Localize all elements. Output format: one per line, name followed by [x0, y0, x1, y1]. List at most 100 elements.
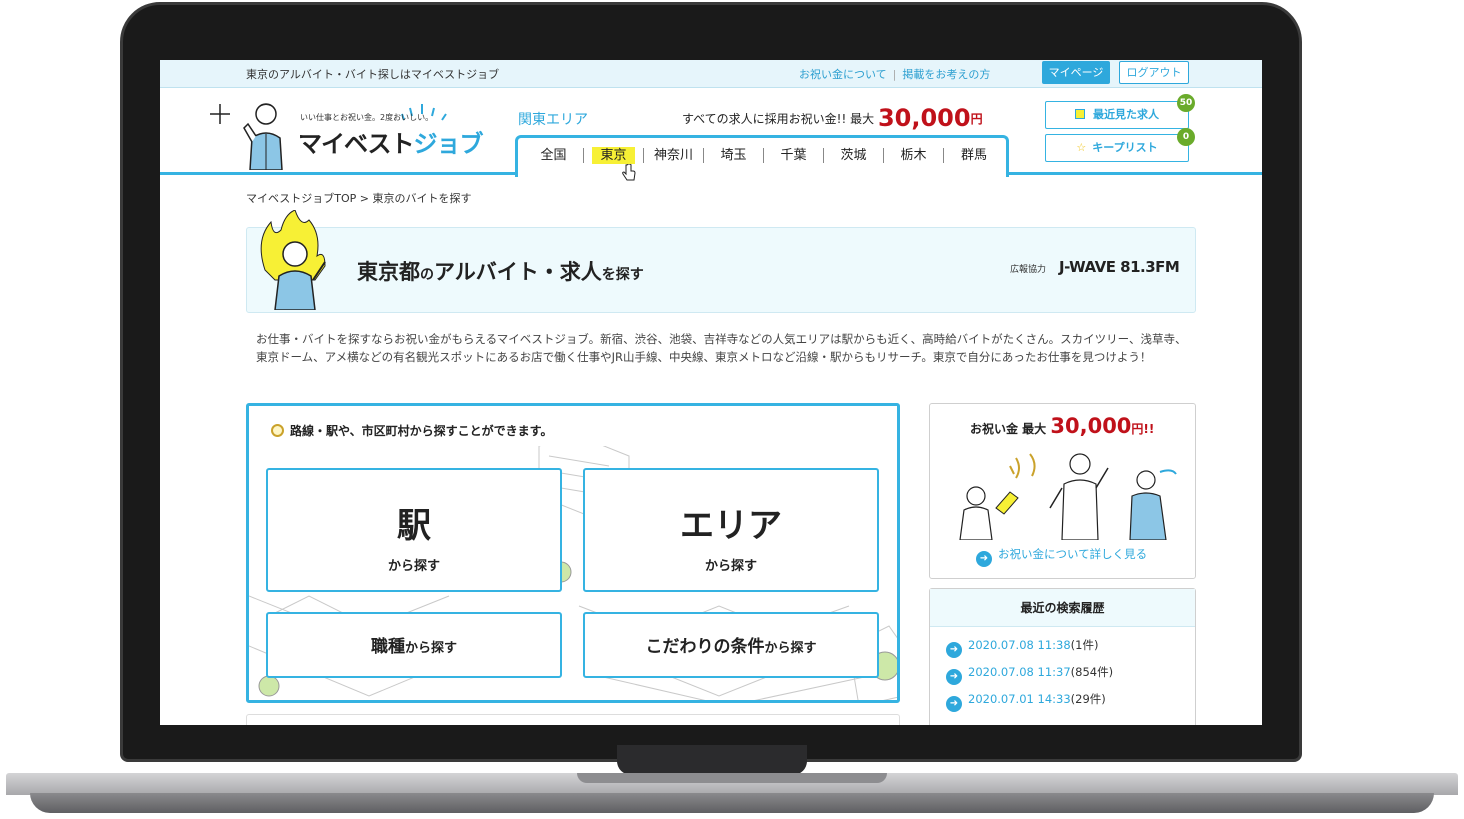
pref-tab-ibaraki[interactable]: 茨城	[824, 148, 884, 163]
search-by-area-button[interactable]: エリア から探す	[583, 468, 879, 592]
history-count: (29件)	[1070, 692, 1106, 706]
region-label: 関東エリア	[518, 112, 588, 128]
arrow-right-icon: ➜	[946, 642, 962, 658]
pref-tab-chiba[interactable]: 千葉	[764, 148, 824, 163]
laptop-opening-groove	[577, 773, 887, 783]
pref-tab-kanagawa[interactable]: 神奈川	[644, 148, 704, 163]
recent-jobs-label: 最近見た求人	[1093, 108, 1159, 121]
station-subheading: から探す	[387, 559, 440, 574]
sparkle-icon	[210, 104, 230, 124]
cursor-hand-icon	[622, 164, 636, 181]
list-icon	[1075, 109, 1085, 119]
pref-tab-label: 千葉	[780, 148, 807, 163]
pref-tab-tochigi[interactable]: 栃木	[884, 148, 944, 163]
bonus-headline: お祝い金 最大 30,000円!!	[970, 414, 1154, 438]
browser-screen: 東京のアルバイト・バイト探しはマイベストジョブ お祝い金について | 掲載をお考えの…	[160, 60, 1262, 725]
page-title: 東京都のアルバイト・求人を探す	[357, 256, 644, 286]
pref-tab-tokyo[interactable]: 東京	[584, 147, 644, 164]
history-item[interactable]: ➜ 2020.07.08 11:37(854件)	[946, 664, 1195, 691]
pref-tab-saitama[interactable]: 埼玉	[704, 148, 764, 163]
promo-unit: 円	[970, 112, 983, 126]
search-panel: 路線・駅や、市区町村から探すことができます。 駅 から探す エリア から探す 職…	[246, 403, 900, 703]
magnifier-icon	[271, 424, 284, 437]
pr-label: 広報協力	[1010, 265, 1047, 275]
prefecture-nav: 全国 東京 神奈川 埼玉 千葉 茨城 栃木 群馬	[515, 135, 1009, 181]
top-bar: 東京のアルバイト・バイト探しはマイベストジョブ お祝い金について | 掲載をお考えの…	[160, 60, 1262, 88]
search-by-job-type-button[interactable]: 職種から探す	[266, 612, 562, 678]
conditions-label-a: こだわりの条件	[645, 637, 765, 657]
laptop-base-bottom	[30, 793, 1434, 813]
arrow-right-icon: ➜	[946, 696, 962, 712]
promo-amount: 30,000	[877, 104, 971, 132]
laptop-base	[0, 745, 1464, 819]
fire-girl-illustration	[260, 210, 326, 310]
bonus-amount: 30,000	[1050, 414, 1132, 438]
logout-button[interactable]: ログアウト	[1119, 61, 1189, 84]
pref-tab-label: 東京	[592, 147, 635, 164]
keep-count-badge: 0	[1177, 128, 1195, 146]
breadcrumb-arrow: >	[359, 192, 369, 205]
search-panel-title: 路線・駅や、市区町村から探すことができます。	[271, 422, 552, 439]
bonus-details-text: お祝い金について詳しく見る	[998, 547, 1148, 561]
pref-tab-label: 全国	[540, 148, 567, 163]
history-item[interactable]: ➜ 2020.07.08 11:38(1件)	[946, 637, 1195, 664]
keep-list-button[interactable]: ☆ キープリスト	[1045, 134, 1189, 162]
bonus-details-link[interactable]: ➜ お祝い金について詳しく見る	[976, 546, 1147, 567]
title-part3: アルバイト・求人	[434, 260, 602, 284]
logo-text-b: ジョブ	[413, 130, 483, 158]
page-title-band: 東京都のアルバイト・求人を探す 広報協力 J-WAVE 81.3FM	[246, 210, 1196, 313]
search-by-conditions-button[interactable]: こだわりの条件から探す	[583, 612, 879, 678]
job-type-label-b: から探す	[404, 641, 457, 656]
keep-list-label: キープリスト	[1092, 141, 1158, 154]
arrow-right-icon: ➜	[976, 551, 992, 567]
breadcrumb-home[interactable]: マイベストジョブTOP	[246, 192, 356, 205]
sponsor-logo: J-WAVE 81.3FM	[1059, 258, 1180, 276]
laptop-hinge	[617, 745, 807, 775]
logo-text-a: マイベスト	[298, 130, 414, 158]
bonus-info-link[interactable]: お祝い金について	[799, 68, 887, 81]
intro-text: お仕事・バイトを探すならお祝い金がもらえるマイベストジョブ。新宿、渋谷、池袋、吉…	[256, 332, 1187, 364]
site-logo[interactable]: いい仕事とお祝い金。2度おいしい。 マイベストジョブ	[204, 92, 494, 172]
celebration-illustration	[959, 453, 1177, 540]
pref-tab-label: 群馬	[960, 148, 987, 163]
conditions-label-b: から探す	[764, 641, 817, 656]
recent-count-badge: 50	[1177, 94, 1195, 112]
conditions-label: こだわりの条件から探す	[585, 632, 877, 657]
listing-info-link[interactable]: 掲載をお考えの方	[902, 68, 990, 81]
title-part1: 東京都	[357, 260, 420, 284]
recent-jobs-button[interactable]: 最近見た求人	[1045, 101, 1189, 129]
search-history-card: 最近の検索履歴 ➜ 2020.07.08 11:38(1件) ➜ 2020.07.0…	[929, 588, 1196, 725]
bonus-label: お祝い金 最大	[970, 422, 1047, 436]
job-type-label: 職種から探す	[268, 632, 560, 657]
pref-tab-label: 茨城	[840, 148, 867, 163]
next-panel-edge	[246, 714, 900, 725]
arrow-right-icon: ➜	[946, 669, 962, 685]
search-panel-title-text: 路線・駅や、市区町村から探すことができます。	[290, 424, 553, 438]
history-date: 2020.07.08 11:37	[968, 665, 1071, 679]
history-date: 2020.07.01 14:33	[968, 692, 1071, 706]
pref-tab-label: 栃木	[900, 148, 927, 163]
logo-subtitle: いい仕事とお祝い金。2度おいしい。	[300, 113, 434, 122]
pref-tab-zenkoku[interactable]: 全国	[524, 148, 584, 163]
promo-banner: すべての求人に採用お祝い金!! 最大 30,000円	[682, 104, 983, 132]
breadcrumb: マイベストジョブTOP > 東京のバイトを探す	[246, 190, 471, 206]
job-type-label-a: 職種	[370, 637, 405, 657]
search-history-title: 最近の検索履歴	[930, 589, 1195, 627]
promo-text: すべての求人に採用お祝い金!! 最大	[682, 112, 875, 126]
area-subheading: から探す	[704, 559, 757, 574]
pref-tab-label: 神奈川	[653, 148, 693, 163]
star-icon: ☆	[1076, 141, 1087, 154]
logo-text: マイベストジョブ	[298, 124, 483, 159]
pref-tab-label: 埼玉	[720, 148, 747, 163]
search-by-station-button[interactable]: 駅 から探す	[266, 468, 562, 592]
mypage-button[interactable]: マイページ	[1042, 61, 1110, 84]
bonus-unit: 円!!	[1131, 422, 1155, 436]
history-date: 2020.07.08 11:38	[968, 638, 1071, 652]
pref-tab-gunma[interactable]: 群馬	[944, 148, 1004, 163]
history-count: (854件)	[1070, 665, 1114, 679]
top-links: お祝い金について | 掲載をお考えの方	[799, 66, 990, 82]
title-part4: を探す	[601, 267, 644, 283]
site-tagline: 東京のアルバイト・バイト探しはマイベストジョブ	[246, 68, 500, 81]
history-count: (1件)	[1070, 638, 1099, 652]
history-item[interactable]: ➜ 2020.07.01 14:33(29件)	[946, 691, 1195, 718]
